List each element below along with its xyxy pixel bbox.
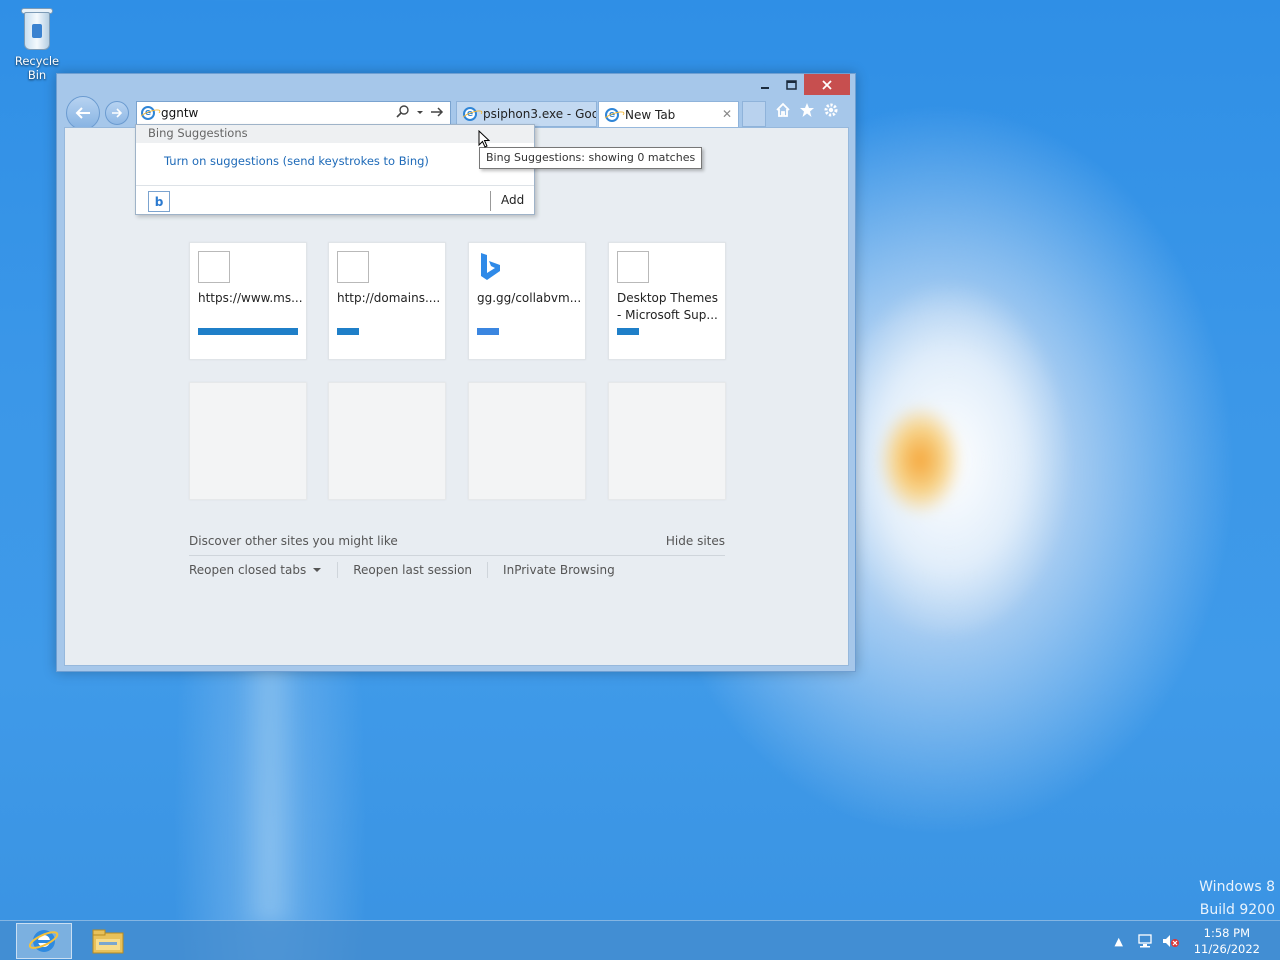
favorites-star-icon[interactable] bbox=[799, 102, 815, 118]
address-bar[interactable]: e bbox=[136, 101, 451, 125]
site-tile-title: https://www.ms... bbox=[198, 291, 303, 305]
taskbar-file-explorer-button[interactable] bbox=[80, 923, 136, 959]
empty-tile bbox=[189, 382, 307, 500]
visit-frequency-bar bbox=[617, 328, 639, 335]
minimize-icon bbox=[761, 86, 769, 89]
site-favicon bbox=[337, 251, 369, 283]
site-tile[interactable]: gg.gg/collabvm... bbox=[468, 242, 586, 360]
divider bbox=[337, 562, 339, 578]
recycle-bin-desktop-icon[interactable]: Recycle Bin bbox=[4, 6, 70, 82]
settings-gear-icon[interactable] bbox=[823, 102, 839, 118]
taskbar-ie-button[interactable] bbox=[16, 923, 72, 959]
back-button[interactable] bbox=[66, 96, 100, 130]
empty-tile bbox=[328, 382, 446, 500]
reopen-last-session-link[interactable]: Reopen last session bbox=[353, 563, 472, 577]
recycle-bin-label: Recycle Bin bbox=[14, 54, 60, 82]
wallpaper-flower bbox=[840, 250, 1100, 670]
discover-sites-link[interactable]: Discover other sites you might like bbox=[189, 534, 398, 548]
visit-frequency-bar bbox=[477, 328, 499, 335]
ie-tab-icon: e bbox=[463, 107, 477, 121]
forward-arrow-icon bbox=[112, 108, 123, 118]
wallpaper-stem bbox=[240, 660, 300, 920]
empty-tile bbox=[468, 382, 586, 500]
windows-watermark: Windows 8 Build 9200 bbox=[1199, 876, 1275, 922]
divider bbox=[490, 191, 491, 211]
bing-icon bbox=[477, 251, 509, 283]
ie-tab-icon: e bbox=[605, 107, 619, 122]
clock-date: 11/26/2022 bbox=[1193, 942, 1260, 956]
inprivate-browsing-link[interactable]: InPrivate Browsing bbox=[503, 563, 615, 577]
site-tile[interactable]: Desktop Themes - Microsoft Sup... bbox=[608, 242, 726, 360]
reopen-closed-tabs-link[interactable]: Reopen closed tabs bbox=[189, 563, 306, 577]
visit-frequency-bar bbox=[198, 328, 298, 335]
site-tile-title: Desktop Themes - Microsoft Sup... bbox=[617, 291, 718, 322]
go-arrow-icon[interactable] bbox=[430, 105, 444, 119]
network-icon[interactable] bbox=[1136, 933, 1154, 949]
watermark-line: Build 9200 bbox=[1199, 902, 1275, 918]
site-tile-title: gg.gg/collabvm... bbox=[477, 291, 582, 305]
system-tray: ▲ 1:58 PM 11/26/2022 bbox=[1110, 921, 1260, 960]
folder-icon bbox=[92, 929, 124, 954]
bing-provider-icon[interactable]: b bbox=[148, 191, 170, 212]
site-favicon bbox=[198, 251, 230, 283]
site-tile[interactable]: http://domains.... bbox=[328, 242, 446, 360]
maximize-icon bbox=[785, 79, 797, 90]
maximize-button[interactable] bbox=[778, 74, 804, 95]
new-tab-button[interactable] bbox=[742, 101, 766, 127]
add-provider-button[interactable]: Add bbox=[501, 193, 524, 207]
tab-label: psiphon3.exe - Goo... bbox=[483, 107, 597, 121]
address-tools bbox=[396, 105, 444, 119]
close-window-button[interactable] bbox=[804, 74, 850, 95]
ie-page-icon: e bbox=[141, 106, 155, 120]
back-arrow-icon bbox=[75, 107, 90, 119]
clock[interactable]: 1:58 PM 11/26/2022 bbox=[1194, 925, 1260, 957]
visit-frequency-bar bbox=[337, 328, 359, 335]
suggestions-header: Bing Suggestions bbox=[136, 125, 534, 143]
session-links: Reopen closed tabs Reopen last session I… bbox=[189, 562, 615, 578]
address-input[interactable] bbox=[161, 106, 391, 120]
watermark-line: Windows 8 bbox=[1199, 879, 1275, 895]
site-tile[interactable]: https://www.ms... bbox=[189, 242, 307, 360]
site-favicon bbox=[617, 251, 649, 283]
tab-label: New Tab bbox=[625, 107, 676, 122]
divider bbox=[487, 562, 489, 578]
forward-button[interactable] bbox=[105, 101, 129, 125]
show-hidden-icons-icon[interactable]: ▲ bbox=[1110, 933, 1128, 949]
home-icon[interactable] bbox=[775, 102, 791, 118]
hide-sites-link[interactable]: Hide sites bbox=[666, 534, 725, 548]
empty-tile bbox=[608, 382, 726, 500]
search-provider-row: b Add bbox=[136, 185, 534, 215]
command-icons bbox=[775, 102, 839, 118]
search-icon[interactable] bbox=[396, 105, 410, 119]
close-icon bbox=[822, 79, 832, 90]
chevron-down-icon[interactable] bbox=[416, 105, 424, 119]
minimize-button[interactable] bbox=[752, 74, 778, 95]
internet-explorer-icon bbox=[29, 930, 59, 952]
chevron-down-icon[interactable] bbox=[312, 565, 322, 575]
tooltip: Bing Suggestions: showing 0 matches bbox=[479, 147, 703, 169]
recycle-bin-icon bbox=[20, 6, 54, 50]
mouse-cursor-icon bbox=[478, 130, 490, 148]
volume-muted-icon[interactable] bbox=[1162, 933, 1180, 949]
clock-time: 1:58 PM bbox=[1203, 926, 1251, 940]
window-controls bbox=[752, 74, 850, 95]
site-tile-title: http://domains.... bbox=[337, 291, 441, 305]
discover-row: Discover other sites you might like Hide… bbox=[189, 534, 725, 556]
turn-on-suggestions-link[interactable]: Turn on suggestions (send keystrokes to … bbox=[164, 154, 429, 168]
address-suggestions-dropdown: Bing Suggestions Turn on suggestions (se… bbox=[135, 124, 535, 215]
close-tab-icon[interactable]: ✕ bbox=[722, 107, 732, 121]
taskbar: ▲ 1:58 PM 11/26/2022 bbox=[0, 920, 1280, 960]
tab-new-tab[interactable]: e New Tab ✕ bbox=[598, 101, 739, 127]
